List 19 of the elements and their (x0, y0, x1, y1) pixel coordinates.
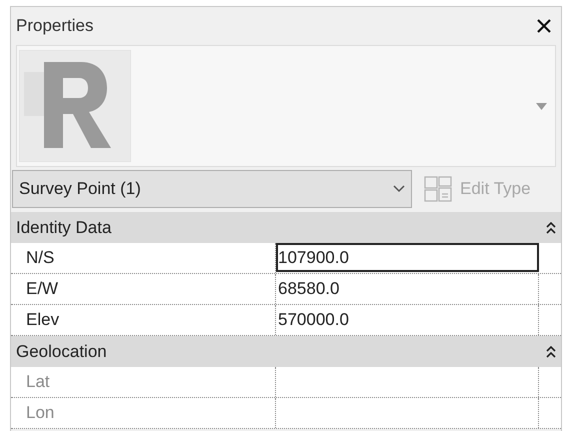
edit-type-icon (424, 176, 452, 202)
panel-title: Properties (16, 15, 94, 38)
logo-icon (19, 50, 131, 162)
property-value-field[interactable]: 68580.0 (276, 274, 539, 304)
property-value-field[interactable]: 570000.0 (276, 305, 539, 335)
property-label: E/W (11, 274, 276, 304)
chevron-down-icon (393, 185, 405, 193)
dropdown-arrow-icon[interactable] (536, 102, 547, 110)
property-label: N/S (11, 243, 276, 273)
type-selector[interactable]: Survey Point (1) (12, 170, 412, 208)
section-header[interactable]: Geolocation (11, 336, 561, 367)
property-label: Lat (11, 367, 276, 397)
section-header[interactable]: Identity Data (11, 212, 561, 243)
section-title: Identity Data (16, 216, 112, 239)
property-value-field[interactable]: 107900.0 (276, 243, 539, 272)
section-title: Geolocation (16, 340, 107, 363)
property-label: Lon (11, 398, 276, 428)
close-icon[interactable] (536, 18, 552, 34)
property-label: Elev (11, 305, 276, 335)
